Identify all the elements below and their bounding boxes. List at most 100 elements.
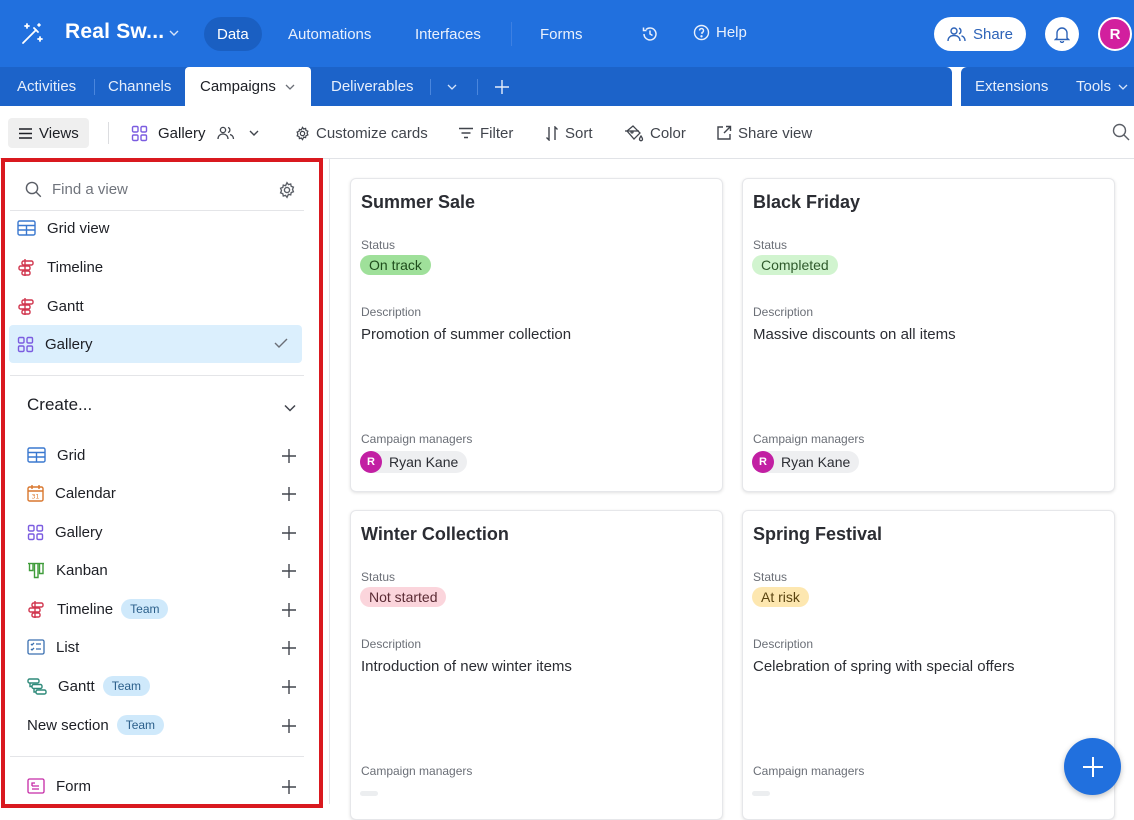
gallery-card[interactable]: Winter Collection Status Not started Des… (350, 510, 723, 820)
gallery-card[interactable]: Spring Festival Status At risk Descripti… (742, 510, 1115, 820)
timeline-icon (18, 258, 34, 276)
create-item-label: New section (27, 716, 109, 734)
team-badge: Team (116, 715, 165, 735)
add-record-button[interactable] (1064, 738, 1121, 795)
sort-icon (546, 125, 558, 141)
plus-icon (495, 79, 509, 94)
gear-icon[interactable] (278, 181, 296, 199)
create-item-label: Gantt (58, 677, 95, 695)
nav-divider (511, 22, 512, 46)
create-timeline[interactable]: Timeline Team (27, 593, 297, 625)
card-description: Introduction of new winter items (361, 658, 572, 675)
plus-icon[interactable] (281, 525, 297, 541)
tab-channels[interactable]: Channels (108, 67, 171, 106)
nav-interfaces[interactable]: Interfaces (402, 17, 494, 51)
tab-deliverables[interactable]: Deliverables (331, 67, 414, 106)
kanban-icon (28, 562, 44, 578)
share-button[interactable]: Share (934, 17, 1026, 51)
more-tables-button[interactable] (446, 67, 458, 106)
sort-label: Sort (565, 124, 593, 142)
chevron-down-icon[interactable] (283, 401, 297, 415)
collaborative-view-icon (216, 126, 234, 140)
help-button[interactable]: Help (693, 24, 747, 41)
view-toolbar: Views Gallery Customize cards Filter Sor… (0, 106, 1134, 159)
nav-automations[interactable]: Automations (275, 17, 384, 51)
chevron-down-icon (447, 84, 457, 90)
plus-icon[interactable] (281, 779, 297, 795)
history-icon[interactable] (641, 25, 659, 43)
tab-campaigns-label: Campaigns (200, 78, 276, 95)
description-label: Description (753, 637, 814, 651)
create-section-header[interactable]: Create... (27, 395, 92, 415)
team-badge: Team (102, 676, 151, 696)
view-switcher[interactable]: Gallery (131, 118, 260, 148)
status-badge: Not started (360, 587, 447, 607)
card-description: Celebration of spring with special offer… (753, 658, 1015, 675)
sort-button[interactable]: Sort (545, 118, 593, 148)
create-new-section[interactable]: New section Team (27, 709, 297, 741)
create-gallery[interactable]: Gallery (27, 516, 297, 548)
plus-icon[interactable] (281, 602, 297, 618)
grid-icon (27, 447, 46, 463)
plus-icon[interactable] (281, 640, 297, 656)
base-name[interactable]: Real Sw... (65, 20, 164, 44)
create-item-label: List (56, 638, 80, 656)
gallery-card[interactable]: Summer Sale Status On track Description … (350, 178, 723, 492)
notifications-button[interactable] (1045, 17, 1079, 51)
extensions-bar: Extensions Tools (961, 67, 1134, 106)
filter-button[interactable]: Filter (458, 118, 513, 148)
nav-data[interactable]: Data (204, 17, 262, 51)
user-avatar[interactable]: R (1098, 17, 1132, 51)
create-calendar[interactable]: 31 Calendar (27, 477, 297, 509)
top-bar: Real Sw... Data Automations Interfaces F… (0, 0, 1134, 67)
gallery-icon (27, 524, 44, 540)
view-name: Gallery (158, 124, 206, 142)
nav-forms[interactable]: Forms (527, 17, 596, 51)
plus-icon[interactable] (281, 679, 297, 695)
add-table-button[interactable] (494, 67, 510, 106)
status-badge: Completed (752, 255, 838, 275)
card-description: Massive discounts on all items (753, 326, 956, 343)
create-gantt[interactable]: Gantt Team (27, 670, 297, 702)
divider (10, 375, 304, 376)
plus-icon[interactable] (281, 448, 297, 464)
timeline-icon (28, 600, 44, 618)
tools-button[interactable]: Tools (1076, 67, 1129, 106)
create-form[interactable]: Form (27, 770, 297, 802)
chevron-down-icon (285, 84, 295, 90)
view-item-grid[interactable]: Grid view (9, 209, 302, 247)
status-badge: On track (360, 255, 431, 275)
search-records-button[interactable] (1112, 123, 1130, 141)
card-title: Spring Festival (753, 524, 883, 544)
view-item-gallery[interactable]: Gallery (9, 325, 302, 363)
tab-campaigns[interactable]: Campaigns (185, 67, 311, 106)
views-button[interactable]: Views (8, 118, 89, 148)
create-kanban[interactable]: Kanban (27, 554, 297, 586)
extensions-button[interactable]: Extensions (975, 67, 1048, 106)
plus-icon[interactable] (281, 563, 297, 579)
plus-icon[interactable] (281, 486, 297, 502)
chevron-down-icon[interactable] (168, 27, 180, 39)
create-grid[interactable]: Grid (27, 439, 297, 471)
color-button[interactable]: Color (624, 118, 686, 148)
create-item-label: Calendar (55, 484, 116, 502)
status-label: Status (753, 238, 788, 252)
list-icon (27, 639, 45, 655)
find-view-row (10, 169, 304, 211)
find-view-input[interactable] (52, 181, 262, 198)
gallery-icon (17, 336, 34, 352)
plus-icon[interactable] (281, 718, 297, 734)
create-list[interactable]: List (27, 631, 297, 663)
share-view-button[interactable]: Share view (716, 118, 812, 148)
manager-name: Ryan Kane (389, 454, 459, 470)
help-circle-icon (693, 24, 710, 41)
view-item-timeline[interactable]: Timeline (9, 248, 302, 286)
svg-text:31: 31 (32, 494, 40, 501)
card-title: Black Friday (753, 192, 861, 212)
gallery-card[interactable]: Black Friday Status Completed Descriptio… (742, 178, 1115, 492)
magic-wand-icon[interactable] (19, 21, 45, 47)
view-item-gantt[interactable]: Gantt (9, 287, 302, 325)
tab-activities[interactable]: Activities (17, 67, 76, 106)
customize-cards-button[interactable]: Customize cards (295, 118, 428, 148)
create-item-label: Grid (57, 446, 86, 464)
